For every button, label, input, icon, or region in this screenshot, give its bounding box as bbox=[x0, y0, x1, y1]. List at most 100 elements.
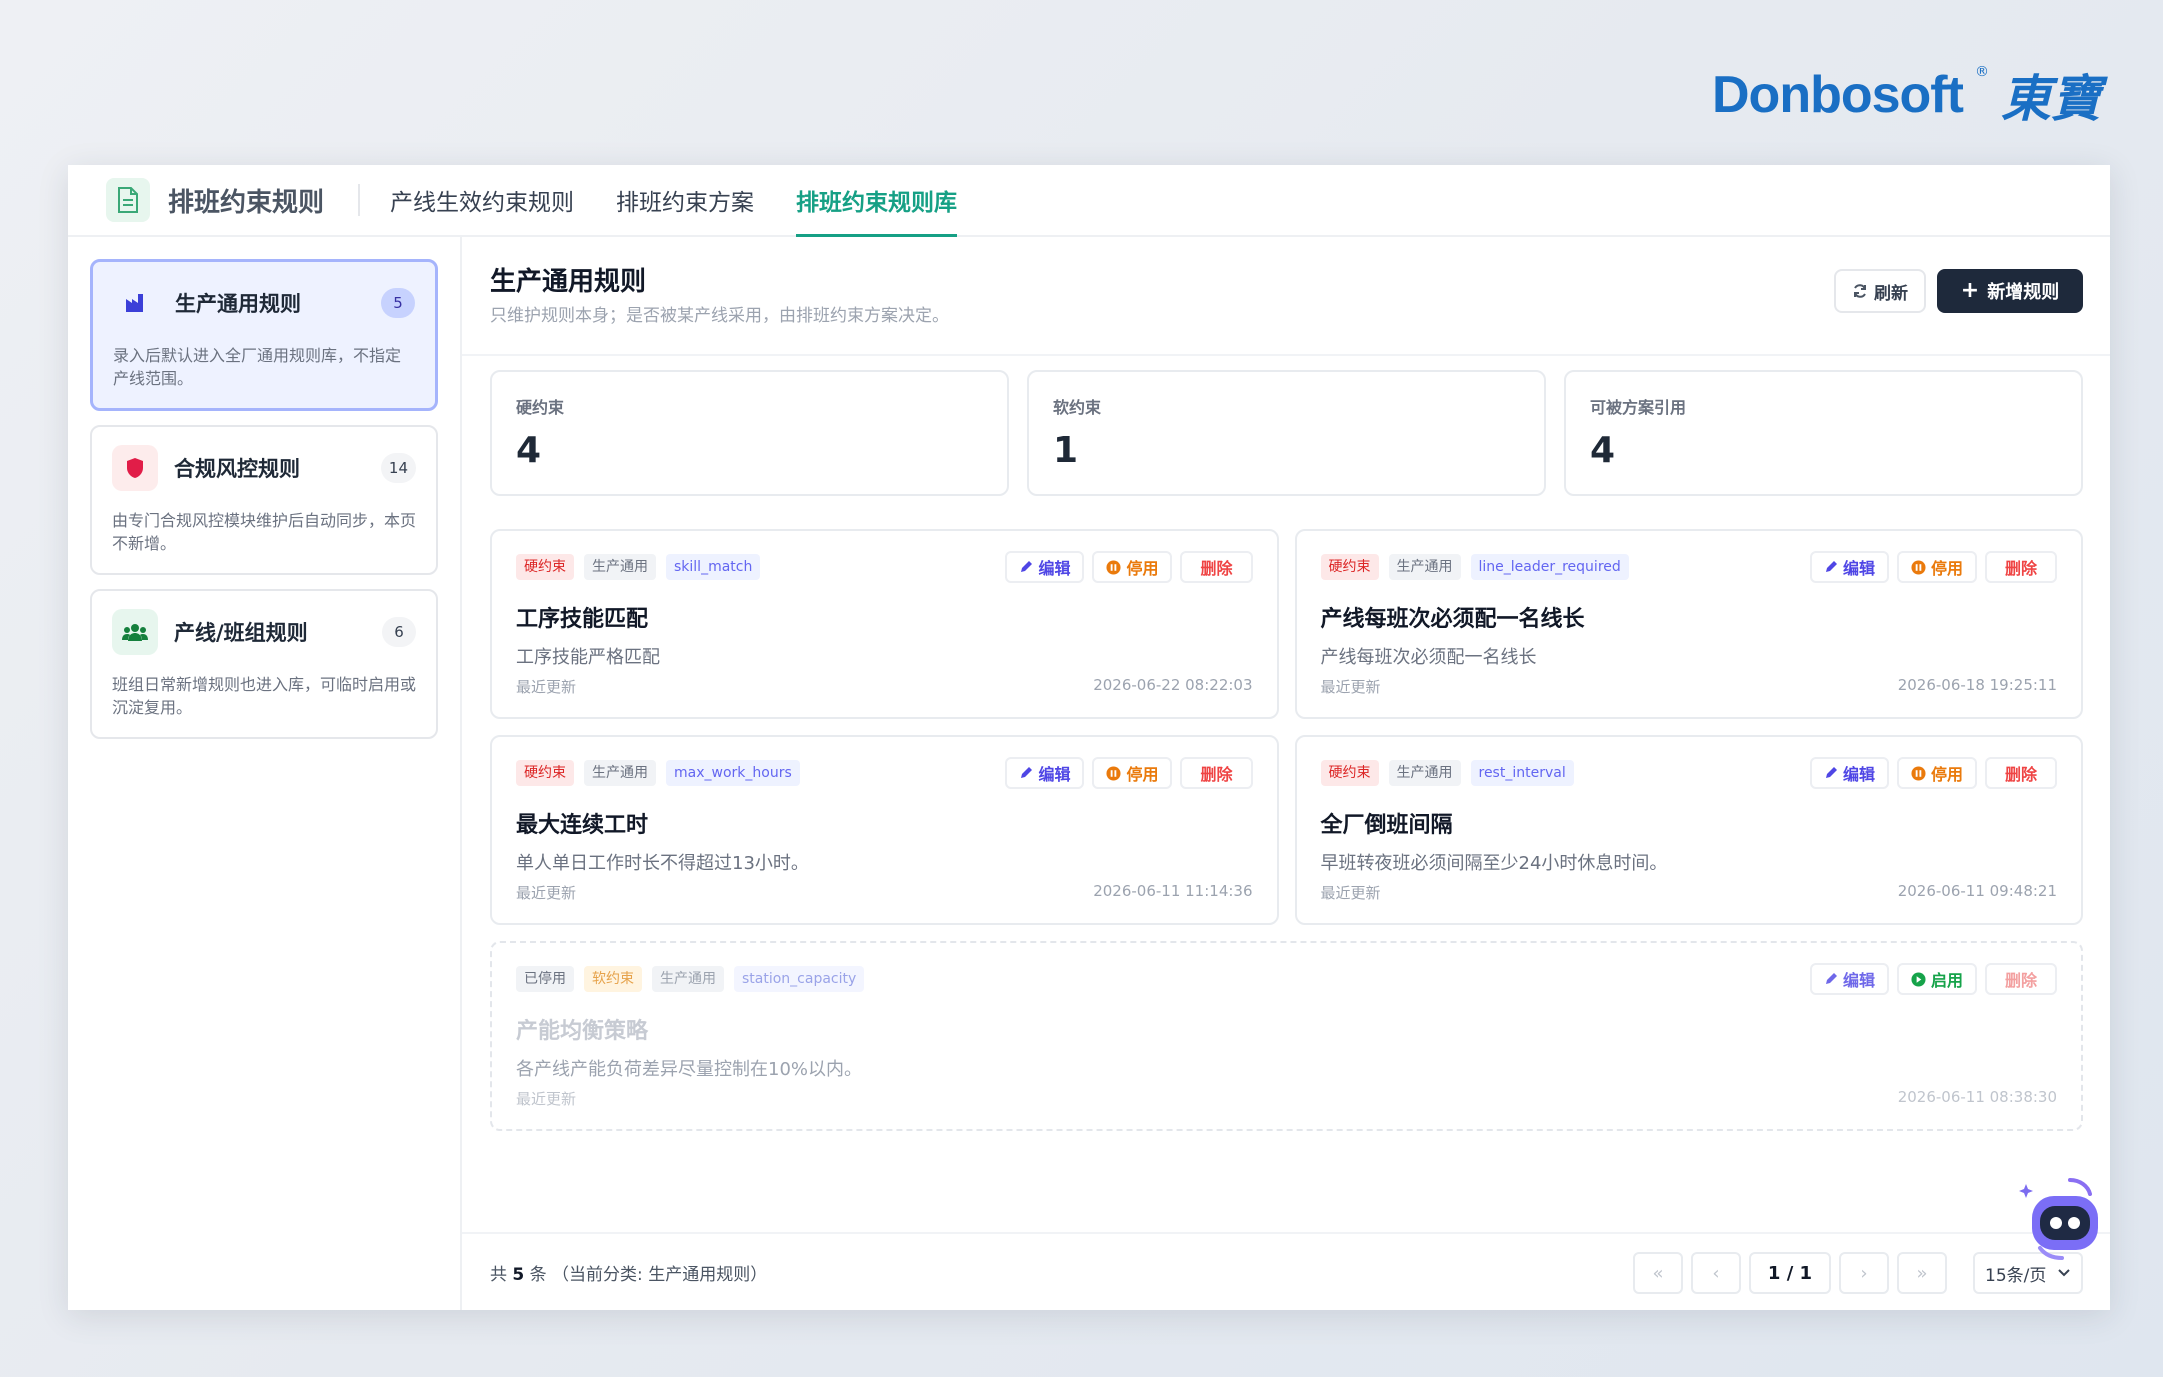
disable-button[interactable]: 停用 bbox=[1092, 757, 1173, 789]
last-page-button[interactable]: » bbox=[1897, 1252, 1947, 1294]
header-divider bbox=[462, 354, 2110, 356]
updated-time: 2026-06-11 09:48:21 bbox=[1897, 882, 2057, 900]
add-rule-button[interactable]: + 新增规则 bbox=[1937, 269, 2083, 313]
stat-value: 4 bbox=[516, 430, 542, 471]
category-name: 产线/班组规则 bbox=[174, 621, 308, 645]
edit-button[interactable]: 编辑 bbox=[1005, 551, 1085, 583]
next-page-button[interactable]: › bbox=[1839, 1252, 1889, 1294]
assistant-bot-button[interactable] bbox=[2010, 1178, 2106, 1262]
tab-rule-library[interactable]: 排班约束规则库 bbox=[796, 164, 958, 237]
pencil-icon bbox=[1825, 767, 1837, 778]
delete-label: 删除 bbox=[2004, 559, 2037, 578]
rule-description: 工序技能严格匹配 bbox=[516, 647, 660, 668]
updated-time: 2026-06-11 08:38:30 bbox=[1897, 1088, 2057, 1106]
brand-logo: Donbosoft ® 東寶 bbox=[1712, 58, 2101, 132]
edit-button[interactable]: 编辑 bbox=[1005, 757, 1085, 789]
updated-label: 最近更新 bbox=[516, 1090, 577, 1108]
enable-label: 启用 bbox=[1930, 971, 1963, 990]
category-count-badge: 5 bbox=[381, 288, 415, 318]
rule-title: 全厂倒班间隔 bbox=[1320, 813, 1453, 838]
double-chevron-right-icon: » bbox=[1916, 1262, 1928, 1284]
category-name: 生产通用规则 bbox=[175, 292, 301, 316]
plus-icon: + bbox=[1960, 278, 1980, 303]
stat-value: 4 bbox=[1590, 430, 1616, 471]
page-title: 生产通用规则 bbox=[490, 267, 647, 297]
type-tag: 硬约束 bbox=[1320, 554, 1379, 580]
refresh-label: 刷新 bbox=[1874, 283, 1908, 304]
disable-label: 停用 bbox=[1126, 559, 1159, 578]
code-tag: rest_interval bbox=[1470, 760, 1574, 786]
list-footer: 共 5 条 （当前分类: 生产通用规则） « ‹ 1 / 1 › » 15条/页 bbox=[462, 1232, 2110, 1310]
disable-button[interactable]: 停用 bbox=[1896, 551, 1977, 583]
type-tag: 软约束 bbox=[584, 966, 642, 992]
delete-button[interactable]: 删除 bbox=[1984, 963, 2057, 995]
category-tag: 生产通用 bbox=[1388, 554, 1461, 580]
pencil-icon bbox=[1825, 561, 1837, 572]
app-header: 排班约束规则 产线生效约束规则 排班约束方案 排班约束规则库 bbox=[68, 165, 2110, 237]
category-description: 班组日常新增规则也进入库，可临时启用或沉淀复用。 bbox=[112, 675, 417, 717]
edit-label: 编辑 bbox=[1038, 559, 1071, 578]
updated-label: 最近更新 bbox=[516, 678, 577, 696]
enable-button[interactable]: 启用 bbox=[1896, 963, 1977, 995]
edit-button[interactable]: 编辑 bbox=[1809, 551, 1889, 583]
brand-wordmark: Donbosoft bbox=[1712, 66, 1964, 124]
type-tag: 硬约束 bbox=[516, 760, 574, 786]
rule-card-grid: 硬约束 生产通用 skill_match 编辑 停用 删除 工序技能匹配 工序技… bbox=[490, 529, 2083, 1131]
play-circle-icon bbox=[1911, 971, 1926, 987]
page-size-value: 15条/页 bbox=[1985, 1265, 2047, 1286]
category-name: 合规风控规则 bbox=[174, 457, 300, 481]
stat-referable: 可被方案引用 4 bbox=[1564, 370, 2083, 496]
pause-circle-icon bbox=[1106, 765, 1121, 781]
pencil-icon bbox=[1021, 767, 1033, 778]
brand-registered-mark: ® bbox=[1974, 64, 1989, 80]
app-window: 排班约束规则 产线生效约束规则 排班约束方案 排班约束规则库 生产通用规则 5 … bbox=[68, 165, 2110, 1310]
delete-button[interactable]: 删除 bbox=[1180, 551, 1253, 583]
code-tag: station_capacity bbox=[734, 966, 865, 992]
category-description: 录入后默认进入全厂通用规则库，不指定产线范围。 bbox=[113, 346, 402, 388]
updated-label: 最近更新 bbox=[516, 884, 577, 902]
rule-card: 硬约束 生产通用 skill_match 编辑 停用 删除 工序技能匹配 工序技… bbox=[490, 529, 1279, 719]
category-sidebar: 生产通用规则 5 录入后默认进入全厂通用规则库，不指定产线范围。 合规风控规则 … bbox=[68, 237, 462, 1310]
code-tag: max_work_hours bbox=[666, 760, 800, 786]
refresh-button[interactable]: 刷新 bbox=[1834, 269, 1926, 313]
rule-card: 硬约束 生产通用 line_leader_required 编辑 停用 删除 产… bbox=[1294, 529, 2083, 719]
delete-button[interactable]: 删除 bbox=[1180, 757, 1253, 789]
rule-description: 早班转夜班必须间隔至少24小时休息时间。 bbox=[1320, 853, 1668, 874]
delete-button[interactable]: 删除 bbox=[1984, 551, 2057, 583]
disable-button[interactable]: 停用 bbox=[1896, 757, 1977, 789]
pause-circle-icon bbox=[1911, 765, 1926, 781]
refresh-icon bbox=[1854, 284, 1866, 298]
edit-button[interactable]: 编辑 bbox=[1809, 963, 1889, 995]
category-tag: 生产通用 bbox=[652, 966, 724, 992]
category-line-team[interactable]: 产线/班组规则 6 班组日常新增规则也进入库，可临时启用或沉淀复用。 bbox=[90, 589, 438, 739]
edit-button[interactable]: 编辑 bbox=[1809, 757, 1889, 789]
factory-icon bbox=[113, 280, 159, 326]
app-title: 排班约束规则 bbox=[168, 187, 325, 218]
tab-line-effective-rules[interactable]: 产线生效约束规则 bbox=[390, 164, 574, 236]
robot-icon bbox=[2019, 1178, 2098, 1260]
rule-title: 产能均衡策略 bbox=[516, 1019, 649, 1044]
pause-circle-icon bbox=[1106, 559, 1121, 575]
first-page-button[interactable]: « bbox=[1633, 1252, 1683, 1294]
code-tag: skill_match bbox=[666, 554, 761, 580]
delete-button[interactable]: 删除 bbox=[1984, 757, 2057, 789]
category-production-general[interactable]: 生产通用规则 5 录入后默认进入全厂通用规则库，不指定产线范围。 bbox=[90, 259, 438, 411]
disable-label: 停用 bbox=[1126, 765, 1159, 784]
updated-time: 2026-06-18 19:25:11 bbox=[1897, 676, 2057, 694]
disable-button[interactable]: 停用 bbox=[1092, 551, 1173, 583]
chevron-down-icon bbox=[2058, 1269, 2070, 1277]
total-prefix: 共 bbox=[490, 1264, 507, 1285]
rule-title: 产线每班次必须配一名线长 bbox=[1320, 607, 1585, 632]
brand-chinese-mark: 東寶 bbox=[2000, 69, 2101, 128]
document-icon bbox=[106, 178, 150, 222]
category-tag: 生产通用 bbox=[584, 760, 656, 786]
tab-constraint-plans[interactable]: 排班约束方案 bbox=[616, 164, 754, 236]
updated-label: 最近更新 bbox=[1320, 678, 1381, 696]
total-count-text: 共 5 条 （当前分类: 生产通用规则） bbox=[490, 1260, 767, 1285]
pause-circle-icon bbox=[1911, 559, 1926, 575]
pencil-icon bbox=[1021, 561, 1033, 572]
code-tag: line_leader_required bbox=[1470, 554, 1629, 580]
disable-label: 停用 bbox=[1930, 765, 1963, 784]
category-compliance-risk[interactable]: 合规风控规则 14 由专门合规风控模块维护后自动同步，本页不新增。 bbox=[90, 425, 438, 575]
prev-page-button[interactable]: ‹ bbox=[1691, 1252, 1741, 1294]
